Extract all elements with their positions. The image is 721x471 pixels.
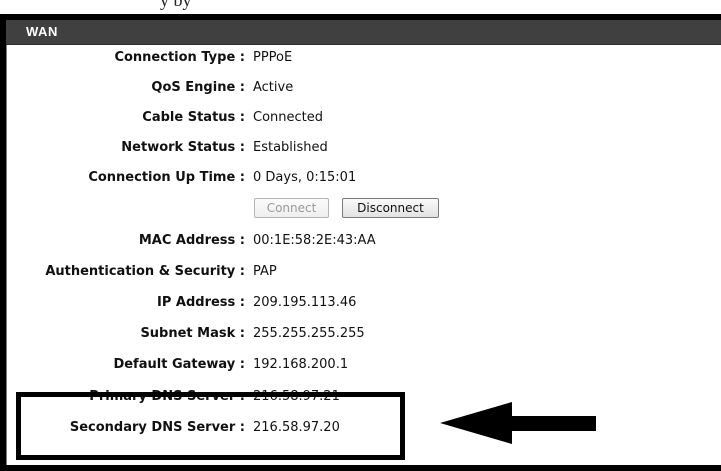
value-default-gateway: 192.168.200.1 bbox=[253, 357, 349, 372]
value-connection-up-time: 0 Days, 0:15:01 bbox=[253, 170, 357, 185]
label-connection-up-time: Connection Up Time : bbox=[88, 170, 245, 185]
value-mac-address: 00:1E:58:2E:43:AA bbox=[253, 233, 376, 248]
wan-panel-title: WAN bbox=[26, 24, 58, 39]
label-ip-address: IP Address : bbox=[157, 295, 245, 310]
label-network-status: Network Status : bbox=[121, 140, 245, 155]
value-authentication-security: PAP bbox=[253, 264, 277, 279]
label-subnet-mask: Subnet Mask : bbox=[140, 326, 245, 341]
label-mac-address: MAC Address : bbox=[138, 233, 245, 248]
label-connection-type: Connection Type : bbox=[114, 50, 245, 65]
dns-highlight-box bbox=[16, 392, 405, 460]
value-network-status: Established bbox=[253, 140, 328, 155]
connect-button[interactable]: Connect bbox=[254, 198, 329, 218]
row-connection-type: Connection Type : PPPoE bbox=[0, 47, 721, 71]
row-default-gateway: Default Gateway : 192.168.200.1 bbox=[0, 354, 721, 378]
row-subnet-mask: Subnet Mask : 255.255.255.255 bbox=[0, 323, 721, 347]
row-connection-up-time: Connection Up Time : 0 Days, 0:15:01 bbox=[0, 167, 721, 191]
row-ip-address: IP Address : 209.195.113.46 bbox=[0, 292, 721, 316]
value-qos-engine: Active bbox=[253, 80, 294, 95]
value-connection-type: PPPoE bbox=[253, 50, 293, 65]
value-subnet-mask: 255.255.255.255 bbox=[253, 326, 365, 341]
row-connection-buttons: Connect Disconnect bbox=[0, 198, 721, 222]
value-ip-address: 209.195.113.46 bbox=[253, 295, 357, 310]
disconnect-button[interactable]: Disconnect bbox=[342, 198, 439, 218]
label-cable-status: Cable Status : bbox=[142, 110, 245, 125]
label-authentication-security: Authentication & Security : bbox=[45, 264, 245, 279]
row-cable-status: Cable Status : Connected bbox=[0, 107, 721, 131]
label-default-gateway: Default Gateway : bbox=[113, 357, 245, 372]
value-cable-status: Connected bbox=[253, 110, 324, 125]
label-qos-engine: QoS Engine : bbox=[151, 80, 245, 95]
row-mac-address: MAC Address : 00:1E:58:2E:43:AA bbox=[0, 230, 721, 254]
row-authentication-security: Authentication & Security : PAP bbox=[0, 261, 721, 285]
arrow-left-icon bbox=[440, 402, 596, 444]
row-network-status: Network Status : Established bbox=[0, 137, 721, 161]
cropped-caption-text: y by bbox=[160, 0, 192, 10]
row-qos-engine: QoS Engine : Active bbox=[0, 77, 721, 101]
wan-panel-header: WAN bbox=[6, 20, 721, 45]
